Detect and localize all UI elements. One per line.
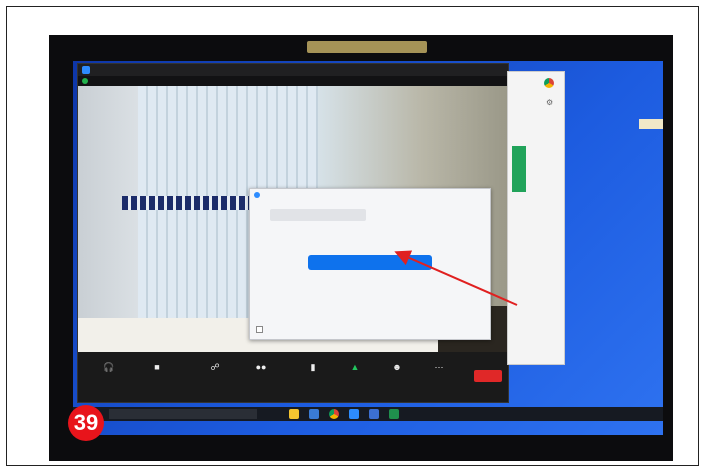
dialog-zoom-icon (254, 192, 260, 198)
reactions-button[interactable]: ☻ (376, 362, 418, 373)
wall-light-reflection (639, 119, 663, 129)
video-feed (78, 86, 508, 352)
meeting-controls-bar: 🎧 ■ ☍ ●● ▮ ▲ ☻ ⋯ (78, 352, 508, 402)
outlook-icon[interactable] (369, 409, 379, 419)
gear-icon[interactable]: ⚙ (546, 98, 553, 107)
more-button[interactable]: ⋯ (418, 362, 460, 373)
audio-button[interactable]: 🎧 (88, 362, 130, 373)
blind-stripe (122, 196, 262, 210)
tab-phone-call[interactable] (270, 209, 366, 221)
video-camera-icon: ■ (154, 362, 160, 372)
taskbar-search-input[interactable] (109, 409, 257, 419)
audio-tabs (270, 209, 470, 221)
share-screen-icon: ▲ (350, 362, 360, 372)
tab-computer-audio[interactable] (374, 209, 470, 221)
background-browser-window: ⚙ (507, 71, 565, 365)
share-screen-button[interactable]: ▲ (334, 362, 376, 373)
chrome-icon[interactable] (329, 409, 339, 419)
auto-join-checkbox[interactable] (256, 326, 263, 333)
meeting-top-bar (78, 76, 508, 86)
participants-button[interactable]: ●● (240, 362, 282, 373)
window-titlebar (78, 64, 508, 76)
monitor-photo: 🎧 ■ ☍ ●● ▮ ▲ ☻ ⋯ ⚙ (49, 35, 673, 461)
excel-icon[interactable] (389, 409, 399, 419)
photo-frame: 🎧 ■ ☍ ●● ▮ ▲ ☻ ⋯ ⚙ 39 (6, 6, 699, 466)
reactions-icon: ☻ (392, 362, 402, 372)
zoom-taskbar-icon[interactable] (349, 409, 359, 419)
participants-icon: ●● (255, 362, 267, 372)
encryption-shield-icon[interactable] (82, 78, 88, 84)
security-button[interactable]: ☍ (194, 362, 236, 373)
security-icon: ☍ (210, 362, 220, 372)
zoom-logo-icon (82, 66, 90, 74)
chat-icon: ▮ (310, 362, 316, 372)
store-icon[interactable] (309, 409, 319, 419)
ceiling-light-reflection (307, 41, 427, 53)
video-button[interactable]: ■ (136, 362, 178, 373)
zoom-meeting-window: 🎧 ■ ☍ ●● ▮ ▲ ☻ ⋯ (77, 63, 509, 403)
end-meeting-button[interactable] (474, 370, 502, 382)
audio-dialog (249, 188, 491, 340)
headphones-icon: 🎧 (103, 362, 115, 372)
join-audio-button[interactable] (308, 255, 432, 270)
chrome-profile-icon[interactable] (544, 78, 554, 88)
file-explorer-icon[interactable] (289, 409, 299, 419)
windows-taskbar (73, 407, 663, 421)
chat-button[interactable]: ▮ (292, 362, 334, 373)
more-icon: ⋯ (434, 362, 444, 372)
windows-desktop: 🎧 ■ ☍ ●● ▮ ▲ ☻ ⋯ ⚙ (73, 61, 663, 435)
step-number-badge: 39 (68, 405, 104, 441)
green-logo-tile (512, 146, 526, 192)
